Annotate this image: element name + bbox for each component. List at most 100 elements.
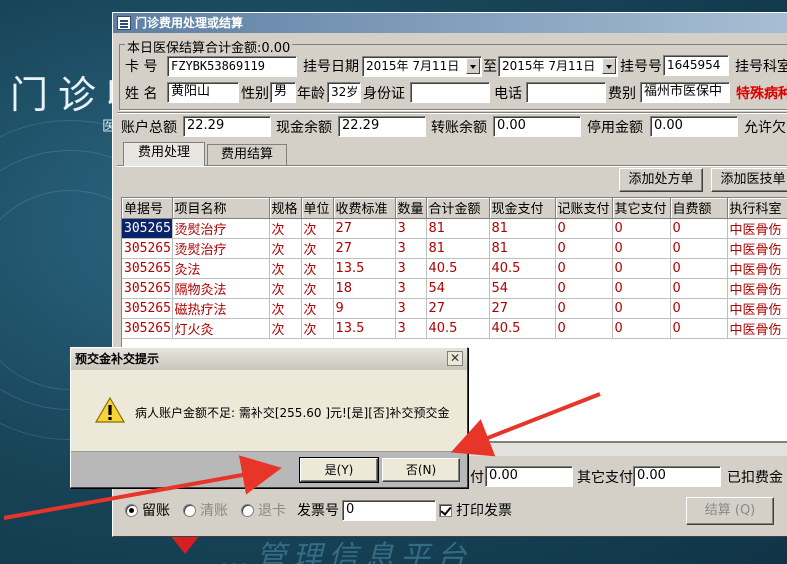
table-row[interactable]: 305265 磁热疗法次次 9 3 27 27 0 0 0 中医骨伤 bbox=[122, 298, 787, 319]
radio-clear-account[interactable] bbox=[183, 504, 196, 517]
table-row[interactable]: 305265 隔物灸法次次 18 3 54 54 0 0 0 中医骨伤 bbox=[122, 278, 787, 299]
phone-field[interactable] bbox=[526, 82, 606, 103]
table-cell[interactable]: 0 bbox=[670, 218, 728, 239]
patient-name-field[interactable]: 黄阳山 bbox=[167, 82, 239, 103]
table-cell[interactable]: 81 bbox=[489, 238, 556, 259]
table-cell[interactable]: 次 bbox=[269, 258, 302, 279]
close-icon[interactable]: ✕ bbox=[447, 351, 463, 366]
table-cell[interactable]: 81 bbox=[426, 218, 490, 239]
print-invoice-checkbox[interactable] bbox=[439, 504, 452, 517]
table-cell[interactable]: 305265 bbox=[122, 238, 173, 259]
table-cell[interactable]: 27 bbox=[333, 218, 396, 239]
radio-keep-account[interactable] bbox=[125, 504, 138, 517]
table-cell[interactable]: 次 bbox=[301, 218, 334, 239]
grid-column-header[interactable]: 规格 bbox=[269, 198, 302, 219]
table-cell[interactable]: 次 bbox=[301, 258, 334, 279]
table-cell[interactable]: 灯火灸 bbox=[172, 318, 270, 339]
table-cell[interactable]: 次 bbox=[269, 298, 302, 319]
table-cell[interactable]: 18 bbox=[333, 278, 396, 299]
grid-column-header[interactable]: 收费标准 bbox=[333, 198, 396, 219]
stop-amount-field[interactable]: 0.00 bbox=[650, 116, 738, 137]
table-cell[interactable]: 81 bbox=[426, 238, 490, 259]
table-cell[interactable]: 40.5 bbox=[489, 258, 556, 279]
dialog-title-bar[interactable]: 预交金补交提示 ✕ bbox=[71, 348, 467, 370]
table-cell[interactable]: 0 bbox=[555, 218, 613, 239]
table-cell[interactable]: 305265 bbox=[122, 258, 173, 279]
table-cell[interactable]: 54 bbox=[489, 278, 556, 299]
table-cell[interactable]: 0 bbox=[612, 238, 671, 259]
table-cell[interactable]: 0 bbox=[670, 258, 728, 279]
table-cell[interactable]: 305265 bbox=[122, 318, 173, 339]
table-cell[interactable]: 3 bbox=[395, 238, 427, 259]
card-number-field[interactable]: FZYBK53869119 bbox=[167, 56, 297, 77]
grid-column-header[interactable]: 记账支付 bbox=[555, 198, 613, 219]
invoice-no-field[interactable]: 0 bbox=[342, 500, 436, 521]
table-cell[interactable]: 3 bbox=[395, 218, 427, 239]
table-cell[interactable]: 0 bbox=[555, 238, 613, 259]
reg-date-from-picker[interactable]: 2015年 7月11日 bbox=[362, 56, 482, 77]
table-cell[interactable]: 40.5 bbox=[426, 318, 490, 339]
radio-refund-card[interactable] bbox=[241, 504, 254, 517]
table-cell[interactable]: 0 bbox=[555, 318, 613, 339]
table-cell[interactable]: 13.5 bbox=[333, 258, 396, 279]
grid-column-header[interactable]: 自费额 bbox=[670, 198, 728, 219]
table-cell[interactable]: 中医骨伤 bbox=[727, 278, 787, 299]
cash-balance-field[interactable]: 22.29 bbox=[338, 116, 426, 137]
table-cell[interactable]: 中医骨伤 bbox=[727, 318, 787, 339]
table-cell[interactable]: 40.5 bbox=[426, 258, 490, 279]
grid-column-header[interactable]: 执行科室 bbox=[727, 198, 787, 219]
table-cell[interactable]: 27 bbox=[489, 298, 556, 319]
add-prescription-button[interactable]: 添加处方单 bbox=[619, 168, 703, 192]
table-cell[interactable]: 次 bbox=[269, 318, 302, 339]
fee-type-field[interactable]: 福州市医保中 bbox=[640, 82, 730, 103]
tab-fee-processing[interactable]: 费用处理 bbox=[123, 142, 205, 166]
table-cell[interactable]: 次 bbox=[301, 298, 334, 319]
other-pay-field[interactable]: 0.00 bbox=[633, 466, 721, 487]
grid-column-header[interactable]: 项目名称 bbox=[172, 198, 270, 219]
table-cell[interactable]: 0 bbox=[670, 238, 728, 259]
table-cell[interactable]: 磁热疗法 bbox=[172, 298, 270, 319]
table-cell[interactable]: 中医骨伤 bbox=[727, 298, 787, 319]
table-cell[interactable]: 13.5 bbox=[333, 318, 396, 339]
transfer-balance-field[interactable]: 0.00 bbox=[493, 116, 581, 137]
yes-button[interactable]: 是(Y) bbox=[299, 457, 379, 483]
table-cell[interactable]: 0 bbox=[612, 258, 671, 279]
table-cell[interactable]: 3 bbox=[395, 258, 427, 279]
table-cell[interactable]: 305265 bbox=[122, 278, 173, 299]
settle-button[interactable]: 结算 (Q) bbox=[686, 497, 774, 525]
table-cell[interactable]: 中医骨伤 bbox=[727, 258, 787, 279]
reg-no-field[interactable]: 1645954 bbox=[663, 55, 729, 76]
table-cell[interactable]: 54 bbox=[426, 278, 490, 299]
table-cell[interactable]: 次 bbox=[301, 238, 334, 259]
chevron-down-icon[interactable] bbox=[466, 58, 480, 74]
grid-column-header[interactable]: 合计金额 bbox=[426, 198, 490, 219]
table-cell[interactable]: 0 bbox=[670, 318, 728, 339]
window-title-bar[interactable]: 门诊费用处理或结算 bbox=[113, 13, 787, 33]
table-cell[interactable]: 0 bbox=[555, 278, 613, 299]
table-cell[interactable]: 0 bbox=[612, 278, 671, 299]
grid-column-header[interactable]: 单据号 bbox=[122, 198, 173, 219]
table-cell[interactable]: 0 bbox=[612, 318, 671, 339]
table-cell[interactable]: 次 bbox=[269, 238, 302, 259]
table-cell[interactable]: 次 bbox=[269, 218, 302, 239]
grid-column-header[interactable]: 现金支付 bbox=[489, 198, 556, 219]
table-cell[interactable]: 3 bbox=[395, 318, 427, 339]
table-cell[interactable]: 0 bbox=[555, 258, 613, 279]
table-cell[interactable]: 灸法 bbox=[172, 258, 270, 279]
table-cell[interactable]: 次 bbox=[269, 278, 302, 299]
table-cell[interactable]: 0 bbox=[555, 298, 613, 319]
table-cell[interactable]: 0 bbox=[670, 298, 728, 319]
reg-date-to-picker[interactable]: 2015年 7月11日 bbox=[498, 56, 618, 77]
account-total-field[interactable]: 22.29 bbox=[183, 116, 271, 137]
table-cell[interactable]: 9 bbox=[333, 298, 396, 319]
table-cell[interactable]: 27 bbox=[426, 298, 490, 319]
grid-column-header[interactable]: 其它支付 bbox=[612, 198, 671, 219]
table-row[interactable]: 305265 灯火灸次次 13.5 3 40.5 40.5 0 0 0 中医骨伤 bbox=[122, 318, 787, 339]
table-cell[interactable]: 3 bbox=[395, 298, 427, 319]
age-field[interactable]: 32岁 bbox=[327, 82, 361, 103]
table-cell[interactable]: 305265 bbox=[122, 298, 173, 319]
table-cell[interactable]: 0 bbox=[612, 218, 671, 239]
table-cell[interactable]: 27 bbox=[333, 238, 396, 259]
pay-partial-field[interactable]: 0.00 bbox=[485, 466, 573, 487]
table-cell[interactable]: 次 bbox=[301, 318, 334, 339]
